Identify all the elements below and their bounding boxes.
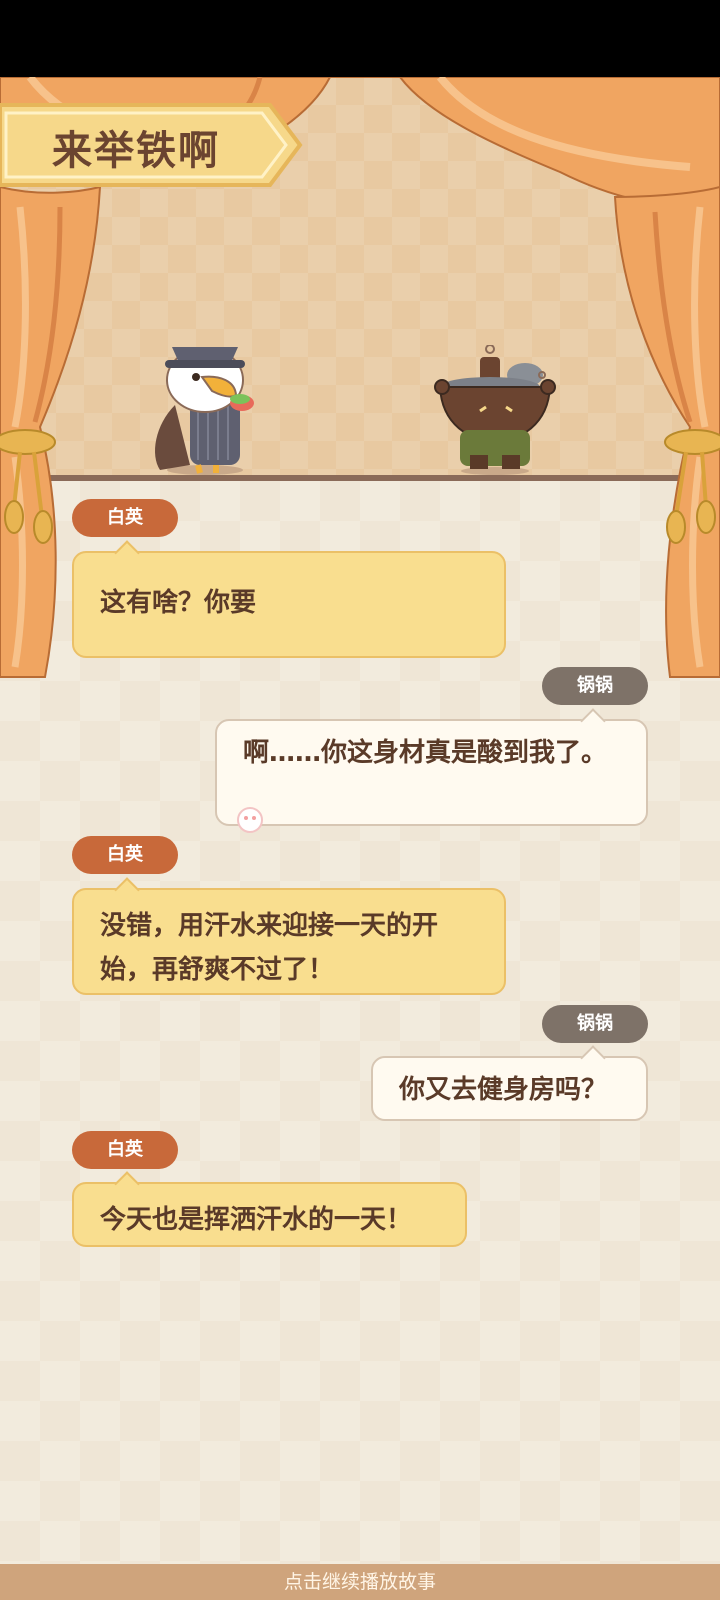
sparkle-icon	[237, 807, 263, 833]
speaker-tag-baiying: 白英	[72, 499, 178, 537]
dialogue-bubble: 没错，用汗水来迎接一天的开始，再舒爽不过了！	[72, 877, 506, 995]
dialogue-text: 啊……你这身材真是酸到我了。	[243, 738, 608, 768]
dialogue-text: 没错，用汗水来迎接一天的开始，再舒爽不过了！	[100, 911, 439, 985]
eagle-character	[155, 347, 254, 475]
dialogue-bubble: 这有啥？你要	[72, 540, 506, 658]
speaker-tag-guoguo: 锅锅	[542, 1005, 648, 1043]
chapter-title: 来举铁啊	[52, 128, 220, 174]
dialogue-bubble: 啊……你这身材真是酸到我了。	[215, 708, 648, 826]
speaker-tag-baiying: 白英	[72, 836, 178, 874]
dialogue-text: 你又去健身房吗？	[399, 1075, 608, 1105]
speaker-tag-guoguo: 锅锅	[542, 667, 648, 705]
speaker-tag-baiying: 白英	[72, 1131, 178, 1169]
dialogue-text: 今天也是挥洒汗水的一天！	[100, 1205, 413, 1235]
status-bar	[0, 0, 720, 77]
continue-story-button[interactable]: 点击继续播放故事	[0, 1564, 720, 1600]
pot-character	[434, 345, 556, 475]
dialogue-text: 这有啥？你要	[100, 588, 257, 618]
dialogue-bubble: 你又去健身房吗？	[371, 1045, 648, 1121]
dialogue-bubble: 今天也是挥洒汗水的一天！	[72, 1171, 467, 1247]
